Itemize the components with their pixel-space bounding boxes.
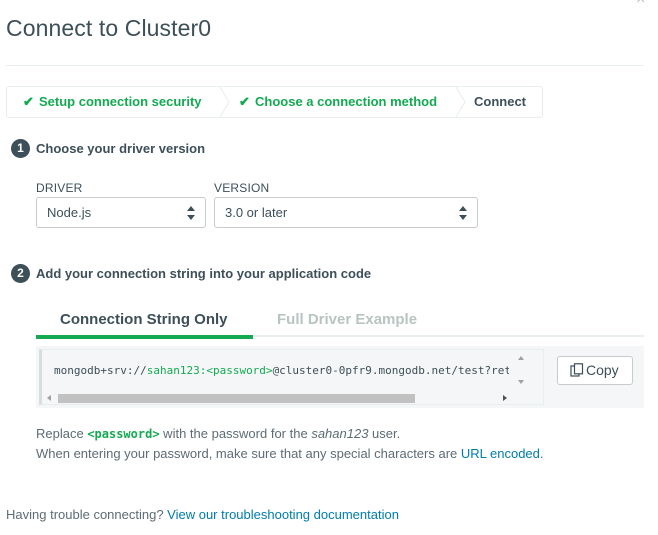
step-connect[interactable]: Connect xyxy=(474,87,526,117)
footer-question: Having trouble connecting? xyxy=(6,507,168,522)
step-label: Choose a connection method xyxy=(255,94,438,109)
note-username: sahan123 xyxy=(311,426,369,441)
step-number-badge: 2 xyxy=(11,264,30,283)
tab-connection-string-only[interactable]: Connection String Only xyxy=(60,311,228,328)
connection-string-field[interactable]: mongodb+srv://sahan123:<password>@cluste… xyxy=(39,349,544,405)
troubleshooting-footer: Having trouble connecting? View our trou… xyxy=(6,507,399,522)
select-arrows-icon xyxy=(459,206,467,220)
select-arrows-icon xyxy=(187,206,195,220)
note-text: When entering your password, make sure t… xyxy=(36,446,461,461)
checkmark-icon: ✔ xyxy=(239,94,250,109)
version-label: VERSION xyxy=(214,181,270,195)
copy-label: Copy xyxy=(586,362,619,378)
checkmark-icon: ✔ xyxy=(23,94,34,109)
copy-button[interactable]: Copy xyxy=(557,356,633,385)
step-label: Setup connection security xyxy=(39,94,202,109)
version-select[interactable]: 3.0 or later xyxy=(214,197,478,228)
replace-password-note: Replace <password> with the password for… xyxy=(36,426,400,441)
step-number-badge: 1 xyxy=(11,139,30,158)
chevron-right-icon xyxy=(454,87,468,117)
modal-title: Connect to Cluster0 xyxy=(6,15,212,41)
note-text: with the password for the xyxy=(159,426,312,441)
url-encoded-link[interactable]: URL encoded xyxy=(461,446,540,461)
note-text: Replace xyxy=(36,426,88,441)
step-label: Connect xyxy=(474,94,526,109)
active-tab-indicator xyxy=(36,335,253,339)
chevron-right-icon xyxy=(218,87,232,117)
note-text: user. xyxy=(368,426,401,441)
title-divider xyxy=(6,65,644,66)
conn-username: sahan123 xyxy=(146,364,200,377)
section-heading-connection-string: Add your connection string into your app… xyxy=(36,266,372,281)
note-text: . xyxy=(539,446,544,461)
conn-password-placeholder: <password> xyxy=(206,364,273,377)
close-icon[interactable]: × xyxy=(636,0,645,9)
connection-string-panel: mongodb+srv://sahan123:<password>@cluste… xyxy=(36,346,644,408)
connection-string-text[interactable]: mongodb+srv://sahan123:<password>@cluste… xyxy=(54,364,509,377)
conn-prefix: mongodb+srv:// xyxy=(54,364,147,377)
step-choose-connection-method[interactable]: ✔ Choose a connection method xyxy=(239,87,437,117)
horizontal-scrollbar[interactable] xyxy=(44,392,514,404)
url-encoding-note: When entering your password, make sure t… xyxy=(36,446,544,461)
conn-suffix: @cluster0-0pfr9.mongodb.net/test?retryWr… xyxy=(272,364,509,377)
version-select-value: 3.0 or later xyxy=(225,205,288,220)
copy-icon xyxy=(570,363,584,377)
vertical-scrollbar[interactable] xyxy=(514,352,528,388)
stepper: ✔ Setup connection security ✔ Choose a con… xyxy=(6,86,543,118)
step-setup-connection-security[interactable]: ✔ Setup connection security xyxy=(23,87,202,117)
troubleshooting-docs-link[interactable]: View our troubleshooting documentation xyxy=(167,507,399,522)
scrollbar-thumb[interactable] xyxy=(58,394,415,403)
note-password-placeholder: <password> xyxy=(87,427,160,441)
driver-label: DRIVER xyxy=(36,181,83,195)
tab-full-driver-example[interactable]: Full Driver Example xyxy=(277,311,417,328)
driver-select-value: Node.js xyxy=(47,205,92,220)
driver-select[interactable]: Node.js xyxy=(36,197,206,228)
section-heading-driver: Choose your driver version xyxy=(36,141,206,156)
